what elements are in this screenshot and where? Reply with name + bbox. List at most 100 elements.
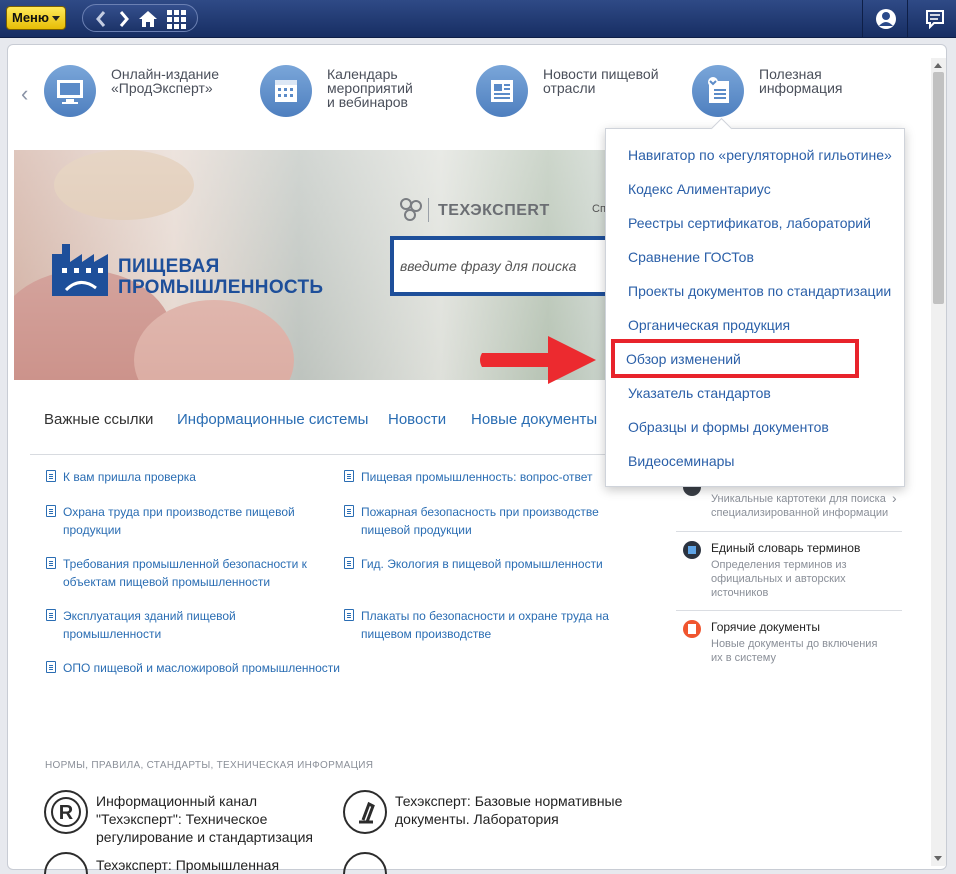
document-icon: [344, 505, 354, 517]
vertical-scrollbar[interactable]: [931, 58, 946, 866]
norm-item-tech-regulation[interactable]: R Информационный канал "Техэксперт": Тех…: [44, 790, 334, 846]
dropdown-item-video-seminars[interactable]: Видеосеминары: [628, 453, 735, 469]
card-title: Единый словарь терминов: [711, 541, 861, 555]
logo-divider: [428, 198, 429, 222]
link-item[interactable]: К вам пришла проверка: [46, 468, 323, 486]
hot-documents-card[interactable]: Горячие документы Новые документы до вкл…: [676, 610, 902, 670]
useful-info-dropdown: Навигатор по «регуляторной гильотине» Ко…: [605, 128, 905, 487]
link-item[interactable]: Эксплуатация зданий пищевой промышленнос…: [46, 607, 323, 643]
tab-new-documents[interactable]: Новые документы: [471, 411, 597, 428]
navigation-group: [82, 4, 198, 32]
card-title: Горячие документы: [711, 620, 820, 634]
info-doc-icon: [692, 65, 744, 117]
chat-icon: [926, 10, 944, 29]
svg-text:R: R: [59, 802, 74, 824]
dropdown-item-draft-standards[interactable]: Проекты документов по стандартизации: [628, 283, 891, 299]
link-text: Пожарная безопасность при производстве п…: [361, 505, 599, 537]
norm-title: Информационный канал "Техэксперт": Техни…: [96, 793, 313, 845]
document-icon: [344, 557, 354, 569]
brand-title: ПИЩЕВАЯ ПРОМЫШЛЕННОСТЬ: [118, 256, 323, 298]
link-text: Плакаты по безопасности и охране труда н…: [361, 609, 609, 641]
norm-title: Техэксперт: Промышленная: [96, 857, 280, 873]
dropdown-item-organic-products[interactable]: Органическая продукция: [628, 317, 790, 333]
techexpert-wordmark: ТЕХЭКСПЕRТ: [438, 202, 550, 219]
link-item[interactable]: Гид. Экология в пищевой промышленности: [344, 555, 621, 573]
tab-important-links[interactable]: Важные ссылки: [44, 411, 153, 428]
carousel-label: Новости пищевой отрасли: [543, 66, 659, 96]
microscope-icon: [343, 790, 387, 834]
document-icon: [46, 505, 56, 517]
top-toolbar: Меню: [0, 0, 956, 38]
dropdown-item-gost-comparison[interactable]: Сравнение ГОСТов: [628, 249, 754, 265]
menu-button-label: Меню: [12, 10, 50, 25]
brand-line-1: ПИЩЕВАЯ: [118, 256, 220, 277]
carousel-prev-button[interactable]: ‹: [21, 81, 28, 107]
red-highlight-box: [611, 339, 859, 378]
back-arrow-icon[interactable]: [91, 8, 113, 30]
link-item[interactable]: Плакаты по безопасности и охране труда н…: [344, 607, 621, 643]
dropdown-item-codex-alimentarius[interactable]: Кодекс Алиментариус: [628, 181, 771, 197]
document-icon: [46, 661, 56, 673]
carousel-label: Полезная информация: [759, 66, 843, 96]
link-text: Пищевая промышленность: вопрос-ответ: [361, 470, 593, 484]
link-text: Эксплуатация зданий пищевой промышленнос…: [63, 609, 236, 641]
dropdown-item-regulatory-guillotine[interactable]: Навигатор по «регуляторной гильотине»: [628, 147, 892, 163]
carousel-item-calendar[interactable]: Календарь мероприятий и вебинаров: [260, 63, 460, 119]
banner-top-link[interactable]: Сп: [592, 203, 606, 215]
document-icon: [46, 557, 56, 569]
norm-item-partial[interactable]: [343, 852, 403, 874]
card-description: Уникальные картотеки для поиска специали…: [711, 493, 889, 519]
document-icon: [46, 609, 56, 621]
forward-arrow-icon[interactable]: [113, 8, 135, 30]
link-item[interactable]: ОПО пищевой и масложировой промышленност…: [46, 659, 353, 677]
document-icon: [344, 470, 354, 482]
home-icon[interactable]: [137, 8, 159, 30]
dropdown-item-document-templates[interactable]: Образцы и формы документов: [628, 419, 829, 435]
monitor-icon: [44, 65, 96, 117]
link-text: Гид. Экология в пищевой промышленности: [361, 557, 603, 571]
dropdown-item-standards-index[interactable]: Указатель стандартов: [628, 385, 771, 401]
carousel-item-useful-info[interactable]: Полезная информация: [692, 63, 892, 119]
menu-button[interactable]: Меню: [6, 6, 66, 30]
book-icon: [683, 541, 701, 559]
norm-title: Техэксперт: Базовые нормативные документ…: [395, 793, 623, 827]
newspaper-icon: [476, 65, 528, 117]
link-item[interactable]: Пожарная безопасность при производстве п…: [344, 503, 621, 539]
link-text: Охрана труда при производстве пищевой пр…: [63, 505, 295, 537]
scroll-thumb[interactable]: [933, 72, 944, 304]
link-text: ОПО пищевой и масложировой промышленност…: [63, 661, 341, 675]
registered-icon: R: [44, 790, 88, 834]
industrial-icon: [44, 852, 88, 874]
link-item[interactable]: Охрана труда при производстве пищевой пр…: [46, 503, 323, 539]
factory-logo-icon: [52, 244, 108, 296]
dictionary-card[interactable]: Единый словарь терминов Определения терм…: [676, 531, 902, 609]
dropdown-item-certificate-registries[interactable]: Реестры сертификатов, лабораторий: [628, 215, 871, 231]
scroll-down-icon[interactable]: [934, 856, 942, 861]
carousel-item-news[interactable]: Новости пищевой отрасли: [476, 63, 676, 119]
tab-info-systems[interactable]: Информационные системы: [177, 411, 368, 428]
tab-news[interactable]: Новости: [388, 411, 446, 428]
red-arrow-annotation: [480, 336, 596, 384]
link-item[interactable]: Требования промышленной безопасности к о…: [46, 555, 323, 591]
card-description: Определения терминов из официальных и ав…: [711, 559, 847, 599]
divider: [676, 531, 902, 532]
calendar-icon: [260, 65, 312, 117]
norm-item-laboratory[interactable]: Техэксперт: Базовые нормативные документ…: [343, 790, 633, 846]
user-profile-button[interactable]: [862, 0, 908, 38]
link-text: К вам пришла проверка: [63, 470, 196, 484]
feedback-button[interactable]: [912, 0, 956, 38]
chevron-right-icon: ›: [892, 490, 897, 506]
scroll-up-icon[interactable]: [934, 63, 942, 68]
techexpert-logo-icon: [400, 198, 422, 221]
norm-item-industrial[interactable]: Техэксперт: Промышленная: [44, 852, 334, 874]
card-description: Новые документы до включения их в систем…: [711, 638, 878, 664]
link-item[interactable]: Пищевая промышленность: вопрос-ответ: [344, 468, 621, 486]
carousel-item-prodexpert[interactable]: Онлайн-издание «ПродЭксперт»: [44, 63, 244, 119]
document-icon: [344, 609, 354, 621]
grid-icon[interactable]: [165, 8, 187, 30]
carousel-label: Календарь мероприятий и вебинаров: [327, 66, 413, 110]
content-tabs: Важные ссылки Информационные системы Нов…: [30, 403, 630, 455]
section-heading: НОРМЫ, ПРАВИЛА, СТАНДАРТЫ, ТЕХНИЧЕСКАЯ И…: [45, 760, 374, 771]
divider: [676, 610, 902, 611]
carousel-label: Онлайн-издание «ПродЭксперт»: [111, 66, 220, 96]
